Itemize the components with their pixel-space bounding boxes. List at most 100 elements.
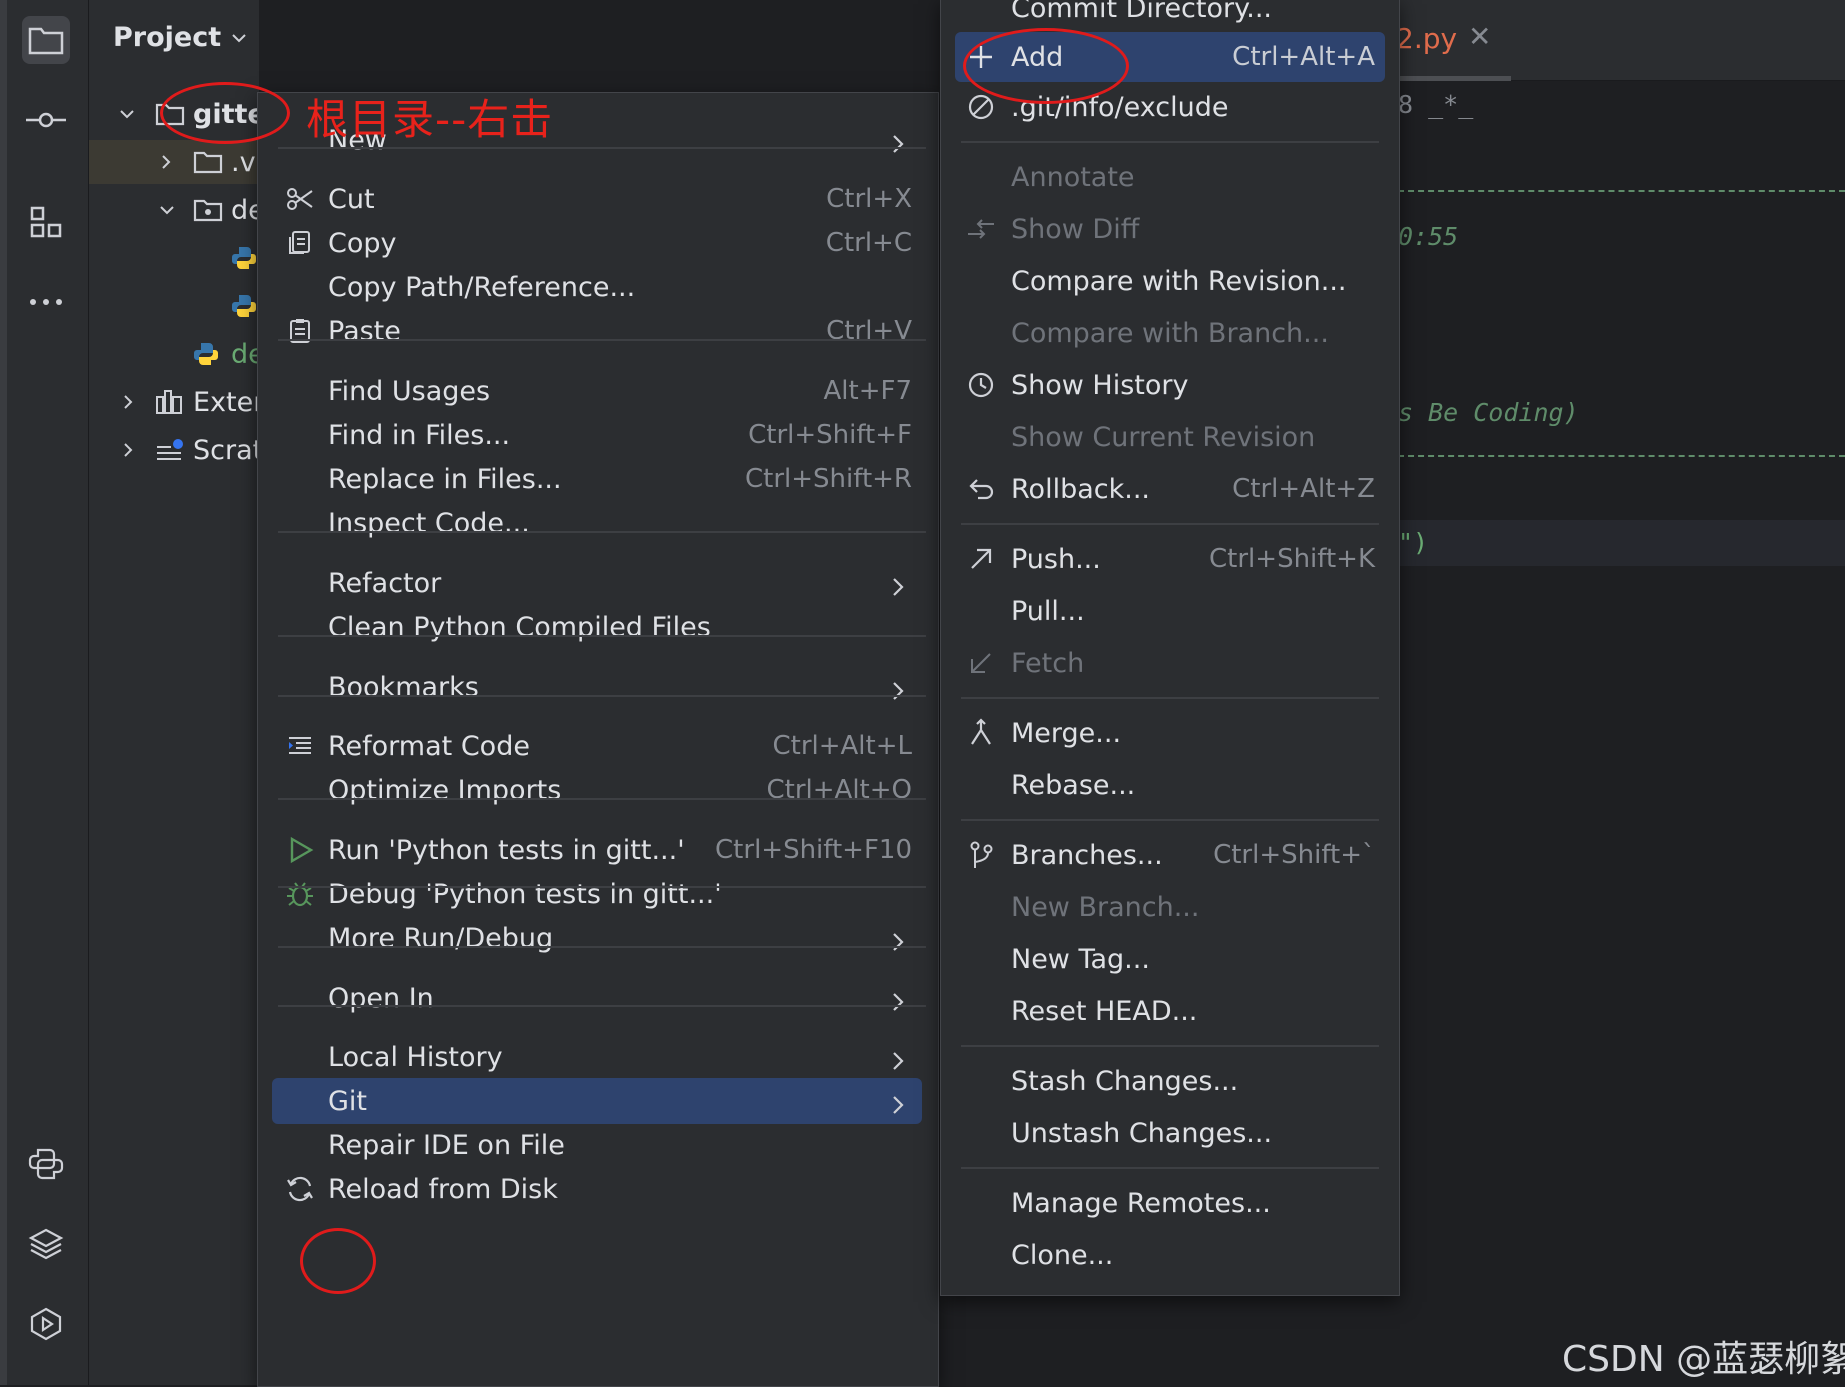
tree-item-folder[interactable]: de (89, 188, 259, 232)
menu-separator (278, 339, 926, 341)
chevron-down-icon[interactable] (159, 205, 175, 215)
git-menu-item-stash-changes[interactable]: Stash Changes... (955, 1058, 1385, 1104)
tree-item-pyfile[interactable]: de (89, 332, 259, 376)
git-menu-item-rollback[interactable]: Rollback... Ctrl+Alt+Z (955, 466, 1385, 512)
chevron-right-icon (892, 677, 904, 708)
menu-item-bookmarks[interactable]: Bookmarks (272, 664, 922, 710)
menu-item-label: Optimize Imports (328, 774, 562, 806)
menu-item-label: More Run/Debug (328, 922, 554, 954)
commit-icon[interactable] (22, 96, 70, 144)
git-menu-item-show-current-revision[interactable]: Show Current Revision (955, 414, 1385, 460)
rollback-icon (965, 473, 997, 505)
menu-item-refactor[interactable]: Refactor (272, 560, 922, 606)
merge-icon (965, 717, 997, 749)
more-tools-icon[interactable] (22, 278, 70, 326)
menu-item-label: Show Diff (1011, 213, 1140, 245)
git-menu-item-show-diff[interactable]: Show Diff (955, 206, 1385, 252)
tree-item-scratches[interactable]: Scrat (89, 428, 259, 472)
menu-item-run-python-tests-in-gitt[interactable]: Run 'Python tests in gitt...' Ctrl+Shift+… (272, 827, 922, 873)
menu-item-shortcut: Ctrl+Shift+F10 (715, 835, 912, 865)
ignore-icon (965, 91, 997, 123)
tree-item-label: Exter (193, 386, 259, 418)
menu-separator (278, 798, 926, 800)
menu-item-shortcut: Ctrl+Alt+Z (1232, 474, 1375, 504)
menu-item-open-in[interactable]: Open In (272, 975, 922, 1021)
menu-item-shortcut: Ctrl+Shift+F (748, 420, 912, 450)
menu-item-label: Replace in Files... (328, 463, 562, 495)
menu-item-label: Show History (1011, 369, 1189, 401)
chevron-right-icon (892, 928, 904, 959)
git-menu-item-commit-directory[interactable]: Commit Directory... (955, 0, 1385, 31)
git-menu-item-new-tag[interactable]: New Tag... (955, 936, 1385, 982)
menu-item-paste[interactable]: Paste Ctrl+V (272, 308, 922, 354)
chevron-right-icon[interactable] (123, 442, 133, 458)
menu-item-inspect-code[interactable]: Inspect Code... (272, 500, 922, 546)
git-menu-item-new-branch[interactable]: New Branch... (955, 884, 1385, 930)
menu-separator (278, 531, 926, 533)
current-line-highlight (1398, 520, 1845, 566)
git-menu-item-reset-head[interactable]: Reset HEAD... (955, 988, 1385, 1034)
menu-separator (961, 697, 1379, 699)
menu-item-local-history[interactable]: Local History (272, 1034, 922, 1080)
git-menu-item-pull[interactable]: Pull... (955, 588, 1385, 634)
menu-item-cut[interactable]: Cut Ctrl+X (272, 176, 922, 222)
project-title: Project (113, 22, 222, 53)
git-menu-item-compare-with-branch[interactable]: Compare with Branch... (955, 310, 1385, 356)
menu-item-find-usages[interactable]: Find Usages Alt+F7 (272, 368, 922, 414)
menu-item-label: Local History (328, 1041, 503, 1073)
menu-item-find-in-files[interactable]: Find in Files... Ctrl+Shift+F (272, 412, 922, 458)
menu-item-replace-in-files[interactable]: Replace in Files... Ctrl+Shift+R (272, 456, 922, 502)
chevron-right-icon (892, 573, 904, 604)
git-menu-item-unstash-changes[interactable]: Unstash Changes... (955, 1110, 1385, 1156)
git-menu-item-clone[interactable]: Clone... (955, 1232, 1385, 1278)
annotation-circle-git (300, 1228, 376, 1294)
menu-item-optimize-imports[interactable]: Optimize Imports Ctrl+Alt+O (272, 767, 922, 813)
library-icon (156, 390, 182, 414)
menu-item-more-run-debug[interactable]: More Run/Debug (272, 915, 922, 961)
git-menu-item-fetch[interactable]: Fetch (955, 640, 1385, 686)
package-folder-icon (193, 199, 223, 222)
chevron-right-icon[interactable] (123, 394, 133, 410)
project-panel-header[interactable]: Project (113, 22, 247, 53)
menu-item-copy[interactable]: Copy Ctrl+C (272, 220, 922, 266)
tree-item-pyfile[interactable] (89, 236, 259, 280)
git-menu-item-manage-remotes[interactable]: Manage Remotes... (955, 1180, 1385, 1226)
project-folder-icon[interactable] (22, 16, 70, 64)
structure-icon[interactable] (22, 198, 70, 246)
menu-item-repair-ide-on-file[interactable]: Repair IDE on File (272, 1122, 922, 1168)
chevron-right-icon (892, 1091, 904, 1122)
close-tab-icon[interactable]: ✕ (1468, 20, 1491, 53)
menu-item-label: Find Usages (328, 375, 491, 407)
git-menu-item-push[interactable]: Push... Ctrl+Shift+K (955, 536, 1385, 582)
menu-item-label: New Branch... (1011, 891, 1200, 923)
menu-separator (961, 141, 1379, 143)
debug-bug-icon (284, 878, 316, 910)
git-menu-item-branches[interactable]: Branches... Ctrl+Shift+` (955, 832, 1385, 878)
menu-separator (278, 946, 926, 948)
menu-item-clean-python-compiled-files[interactable]: Clean Python Compiled Files (272, 604, 922, 650)
menu-item-copy-path-reference[interactable]: Copy Path/Reference... (272, 264, 922, 310)
menu-item-debug-python-tests-in-gitt[interactable]: Debug 'Python tests in gitt...' (272, 871, 922, 917)
git-menu-item-compare-with-revision[interactable]: Compare with Revision... (955, 258, 1385, 304)
menu-item-reformat-code[interactable]: Reformat Code Ctrl+Alt+L (272, 723, 922, 769)
git-menu-item-merge[interactable]: Merge... (955, 710, 1385, 756)
menu-item-label: Git (328, 1085, 368, 1117)
git-menu-item-annotate[interactable]: Annotate (955, 154, 1385, 200)
menu-item-label: Find in Files... (328, 419, 511, 451)
menu-item-shortcut: Ctrl+X (826, 184, 912, 214)
menu-item-git[interactable]: Git (272, 1078, 922, 1124)
services-run-icon[interactable] (22, 1300, 70, 1348)
project-panel: Project gitte .v de de Exter Scrat (89, 0, 259, 1385)
git-menu-item-rebase[interactable]: Rebase... (955, 762, 1385, 808)
git-submenu: Commit Directory... Add Ctrl+Alt+A .git/inf… (940, 0, 1400, 1296)
python-packages-icon[interactable] (22, 1220, 70, 1268)
python-console-icon[interactable] (22, 1140, 70, 1188)
menu-item-shortcut: Ctrl+Alt+A (1232, 42, 1375, 72)
tree-item-pyfile[interactable] (89, 284, 259, 328)
chevron-down-icon[interactable] (119, 109, 135, 119)
git-menu-item-show-history[interactable]: Show History (955, 362, 1385, 408)
tree-item-external-libraries[interactable]: Exter (89, 380, 259, 424)
tree-item-dotfolder[interactable]: .v (89, 140, 259, 184)
menu-item-reload-from-disk[interactable]: Reload from Disk (272, 1166, 922, 1212)
chevron-right-icon[interactable] (161, 154, 171, 170)
